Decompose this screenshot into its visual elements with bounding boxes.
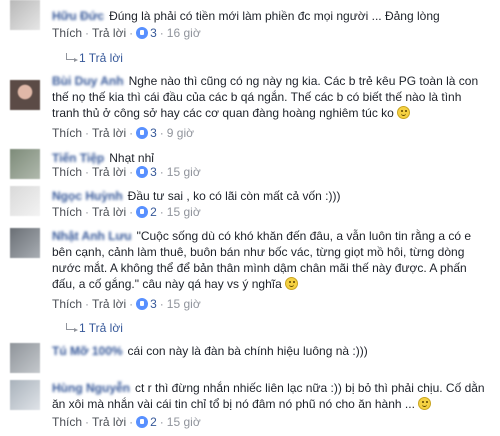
like-icon [136, 298, 149, 310]
comment-body: Tú Mỡ 100% cái con này là đàn bà chính hi… [52, 343, 492, 359]
avatar[interactable] [10, 186, 40, 216]
comment-actions: Thích · Trả lời · 3 · 15 giờ [52, 297, 201, 311]
like-icon [136, 27, 149, 39]
comment-actions: Thích · Trả lời · 3 · 16 giờ [52, 26, 201, 40]
comment-actions: Thích · Trả lời · 2 · 15 giờ [52, 205, 201, 219]
separator: · [159, 165, 164, 179]
separator: · [159, 297, 164, 311]
like-icon [136, 127, 149, 139]
replies-label: 1 Trả lời [79, 51, 123, 65]
reply-arrow-icon [66, 53, 78, 62]
comment-body: Ngọc Huỳnh Đầu tư sai , ko có lãi còn mất… [52, 188, 492, 204]
like-link[interactable]: Thích [52, 165, 82, 179]
reply-link[interactable]: Trả lời [92, 415, 126, 429]
separator: · [159, 205, 164, 219]
like-count[interactable]: 3 [150, 126, 157, 140]
separator: · [129, 126, 134, 140]
like-link[interactable]: Thích [52, 297, 82, 311]
commenter-name[interactable]: Tú Mỡ 100% [52, 344, 123, 358]
reply-link[interactable]: Trả lời [92, 205, 126, 219]
comment-text: Đầu tư sai , ko có lãi còn mất cả vốn :)… [127, 189, 341, 203]
like-icon [136, 206, 149, 218]
comment-actions: Thích · Trả lời · 2 · 15 giờ [52, 415, 201, 429]
separator: · [159, 126, 164, 140]
commenter-name[interactable]: Bùi Duy Anh [52, 74, 124, 88]
commenter-name[interactable]: Tiến Tiệp [52, 151, 104, 165]
avatar[interactable] [10, 343, 40, 373]
reply-link[interactable]: Trả lời [92, 297, 126, 311]
separator: · [129, 205, 134, 219]
like-link[interactable]: Thích [52, 415, 82, 429]
like-count[interactable]: 2 [150, 205, 157, 219]
like-link[interactable]: Thích [52, 205, 82, 219]
smile-emoji-icon [417, 397, 431, 410]
separator: · [85, 205, 90, 219]
replies-link[interactable]: 1 Trả lời [66, 321, 123, 335]
avatar[interactable] [10, 0, 40, 30]
separator: · [85, 26, 90, 40]
like-icon [136, 416, 149, 428]
comment-actions: Thích · Trả lời · 3 · 9 giờ [52, 126, 194, 140]
like-count[interactable]: 2 [150, 415, 157, 429]
timestamp[interactable]: 9 giờ [167, 126, 194, 140]
reply-link[interactable]: Trả lời [92, 126, 126, 140]
timestamp[interactable]: 15 giờ [167, 165, 201, 179]
avatar[interactable] [10, 228, 40, 258]
timestamp[interactable]: 15 giờ [167, 205, 201, 219]
commenter-name[interactable]: Hữu Đức [52, 9, 104, 23]
commenter-name[interactable]: Nhật Anh Lưu [52, 229, 132, 243]
comment-body: Tiến Tiệp Nhạt nhỉ [52, 150, 492, 166]
separator: · [85, 165, 90, 179]
comment-text: Đúng là phải có tiền mới làm phiền đc mọ… [109, 9, 440, 23]
like-link[interactable]: Thích [52, 126, 82, 140]
separator: · [85, 297, 90, 311]
like-count[interactable]: 3 [150, 297, 157, 311]
comment-text: Nhạt nhỉ [109, 151, 154, 165]
timestamp[interactable]: 16 giờ [167, 26, 201, 40]
separator: · [129, 415, 134, 429]
comment-body: Bùi Duy Anh Nghe nào thì cũng có ng này n… [52, 73, 492, 121]
separator: · [129, 165, 134, 179]
avatar[interactable] [10, 380, 40, 410]
smile-emoji-icon [284, 277, 298, 290]
replies-link[interactable]: 1 Trả lời [66, 51, 123, 65]
timestamp[interactable]: 15 giờ [167, 297, 201, 311]
avatar[interactable] [10, 149, 40, 179]
comment-actions: Thích · Trả lời · 3 · 15 giờ [52, 165, 201, 179]
reply-link[interactable]: Trả lời [92, 26, 126, 40]
commenter-name[interactable]: Hùng Nguyễn [52, 381, 130, 395]
smile-emoji-icon [396, 106, 410, 119]
separator: · [129, 297, 134, 311]
comment-body: Hùng Nguyễn ct r thì đừng nhắn nhiếc liên… [52, 380, 492, 412]
like-count[interactable]: 3 [150, 26, 157, 40]
separator: · [159, 415, 164, 429]
replies-label: 1 Trả lời [79, 321, 123, 335]
reply-arrow-icon [66, 323, 78, 332]
separator: · [129, 26, 134, 40]
separator: · [85, 126, 90, 140]
like-count[interactable]: 3 [150, 165, 157, 179]
comment-body: Nhật Anh Lưu "Cuộc sống dù có khó khăn đế… [52, 228, 492, 292]
like-link[interactable]: Thích [52, 26, 82, 40]
separator: · [159, 26, 164, 40]
comment-body: Hữu Đức Đúng là phải có tiền mới làm phiề… [52, 8, 492, 24]
comment-text: cái con này là đàn bà chính hiệu luông n… [127, 344, 368, 358]
timestamp[interactable]: 15 giờ [167, 415, 201, 429]
commenter-name[interactable]: Ngọc Huỳnh [52, 189, 123, 203]
like-icon [136, 166, 149, 178]
avatar[interactable] [10, 80, 40, 110]
reply-link[interactable]: Trả lời [92, 165, 126, 179]
separator: · [85, 415, 90, 429]
